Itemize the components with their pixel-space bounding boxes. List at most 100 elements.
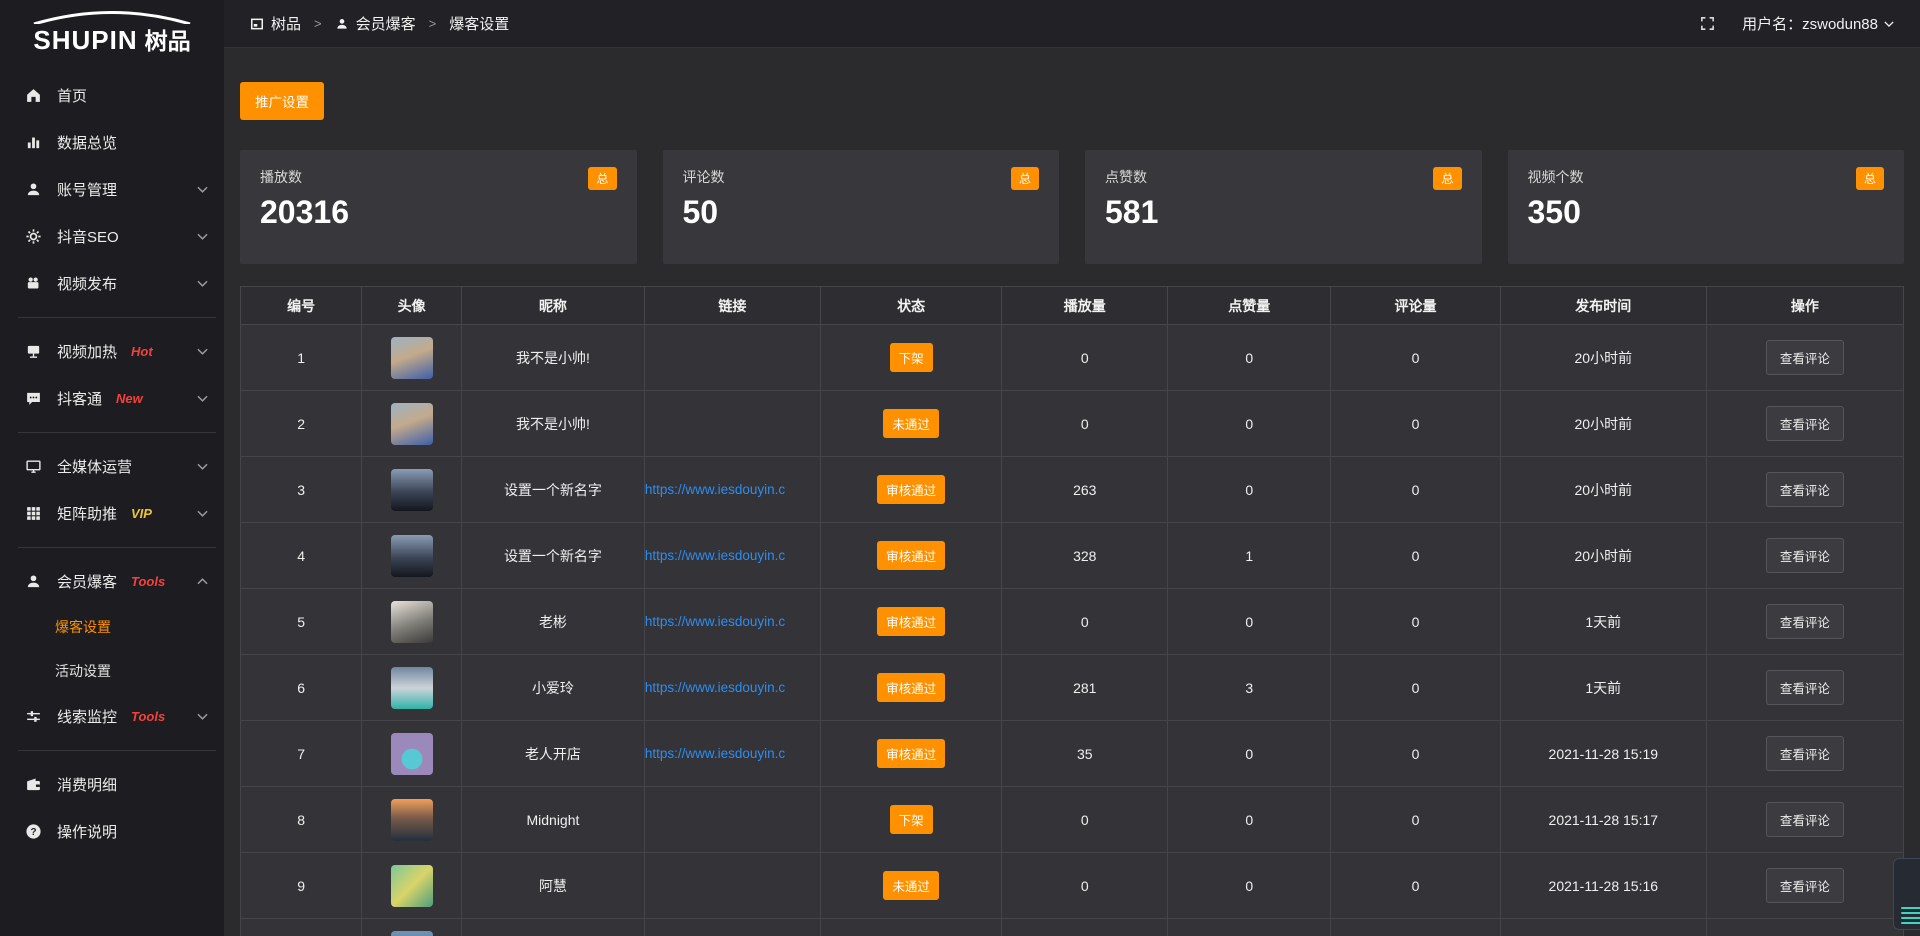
view-comments-button[interactable]: 查看评论 [1766,340,1844,375]
table-row: 5 老彬 https://www.iesdouyin.c 审核通过 0 0 0 … [241,589,1903,655]
breadcrumb-item-shupin[interactable]: 树品 [250,13,301,34]
status-badge: 审核通过 [877,607,945,636]
breadcrumb-item-baoke-settings[interactable]: 爆客设置 [449,13,509,34]
column-header-avatar: 头像 [362,287,462,325]
view-comments-button[interactable]: 查看评论 [1766,868,1844,903]
breadcrumb: 树品 > 会员爆客 > 爆客设置 [250,13,509,34]
topbar: 树品 > 会员爆客 > 爆客设置 用户名：zswodun88 [224,0,1920,48]
likes-count: 0 [1168,853,1331,919]
table-row: 7 老人开店 https://www.iesdouyin.c 审核通过 35 0… [241,721,1903,787]
comments-count: 0 [1331,523,1501,589]
chevron-down-icon [197,186,208,193]
sidebar-item-douyin-seo[interactable]: 抖音SEO [0,213,224,260]
avatar [391,403,433,445]
sidebar-item-home[interactable]: 首页 [0,72,224,119]
sidebar: SHUPIN 树品 首页 数据总览 账号管理 抖音SEO [0,0,224,936]
brand-logo: SHUPIN 树品 [0,0,224,58]
status-badge: 审核通过 [877,673,945,702]
stat-value: 350 [1528,194,1885,231]
promo-settings-button[interactable]: 推广设置 [240,82,324,120]
view-comments-button[interactable]: 查看评论 [1766,670,1844,705]
view-comments-button[interactable]: 查看评论 [1766,736,1844,771]
sidebar-item-consumption-detail[interactable]: 消费明细 [0,761,224,808]
plays-count: 328 [1002,523,1168,589]
column-header-nickname: 昵称 [462,287,645,325]
user-icon [335,17,349,31]
table-body: 1 我不是小帅! 下架 0 0 0 20小时前 查看评论 2 我不是小帅! 未通… [241,325,1903,936]
likes-count: 0 [1168,457,1331,523]
video-camera-icon [24,275,42,293]
avatar [391,337,433,379]
table-row: 9 阿慧 未通过 0 0 0 2021-11-28 15:16 查看评论 [241,853,1903,919]
app-square-icon [250,17,264,31]
publish-time: 20小时前 [1501,523,1707,589]
svg-text:?: ? [30,827,36,838]
stat-value: 50 [683,194,1040,231]
grid-icon [24,505,42,523]
video-link[interactable]: https://www.iesdouyin.c [645,746,785,761]
sidebar-item-data-overview[interactable]: 数据总览 [0,119,224,166]
sidebar-item-douketong[interactable]: 抖客通 New [0,375,224,422]
plays-count: 0 [1002,853,1168,919]
breadcrumb-item-member-baoke[interactable]: 会员爆客 [335,13,416,34]
sidebar-subitem-activity-settings[interactable]: 活动设置 [0,649,224,693]
video-link[interactable]: https://www.iesdouyin.c [645,482,785,497]
plays-count: 35 [1002,721,1168,787]
main-content: 推广设置 播放数 总 20316 评论数 总 50 点赞数 总 581 视频 [224,48,1920,936]
chevron-down-icon [197,713,208,720]
user-menu[interactable]: 用户名：zswodun88 [1742,13,1894,34]
sidebar-item-all-media[interactable]: 全媒体运营 [0,443,224,490]
publish-time: 20小时前 [1501,457,1707,523]
sidebar-item-video-publish[interactable]: 视频发布 [0,260,224,307]
stat-value: 20316 [260,194,617,231]
likes-count: 0 [1168,787,1331,853]
stat-label: 视频个数 [1528,167,1584,187]
view-comments-button[interactable]: 查看评论 [1766,604,1844,639]
sliders-icon [24,708,42,726]
username-label: 用户名：zswodun88 [1742,13,1878,34]
row-id: 7 [241,721,362,787]
sidebar-item-instructions[interactable]: ? 操作说明 [0,808,224,855]
video-link[interactable]: https://www.iesdouyin.c [645,614,785,629]
plays-count: 0 [1002,787,1168,853]
column-header-comments: 评论量 [1331,287,1501,325]
stat-card-plays: 播放数 总 20316 [240,150,637,264]
comments-count: 0 [1331,787,1501,853]
view-comments-button[interactable]: 查看评论 [1766,472,1844,507]
video-link[interactable]: https://www.iesdouyin.c [645,548,785,563]
sidebar-item-matrix-boost[interactable]: 矩阵助推 VIP [0,490,224,537]
sidebar-item-clue-monitor[interactable]: 线索监控 Tools [0,693,224,740]
caret-down-icon [1884,21,1894,27]
chat-widget[interactable] [1893,858,1920,930]
fullscreen-icon[interactable] [1699,15,1716,32]
column-header-id: 编号 [241,287,362,325]
sidebar-subitem-baoke-settings[interactable]: 爆客设置 [0,605,224,649]
view-comments-button[interactable]: 查看评论 [1766,802,1844,837]
column-header-link: 链接 [645,287,821,325]
view-comments-button[interactable]: 查看评论 [1766,406,1844,441]
menu-divider [18,750,216,751]
brand-name-cn: 树品 [145,22,191,56]
menu-divider [18,432,216,433]
stat-card-videos: 视频个数 总 350 [1508,150,1905,264]
total-badge: 总 [1011,167,1039,190]
view-comments-button[interactable]: 查看评论 [1766,538,1844,573]
stat-label: 点赞数 [1105,167,1147,187]
user-icon [24,573,42,591]
likes-count: 1 [1168,523,1331,589]
tools-badge: Tools [131,574,165,589]
table-row: 4 设置一个新名字 https://www.iesdouyin.c 审核通过 3… [241,523,1903,589]
table-row: 2 我不是小帅! 未通过 0 0 0 20小时前 查看评论 [241,391,1903,457]
status-badge: 审核通过 [877,541,945,570]
row-id: 1 [241,325,362,391]
publish-time: 2021-11-28 15:17 [1501,787,1707,853]
comments-count: 0 [1331,589,1501,655]
breadcrumb-separator: > [314,16,322,31]
stat-card-likes: 点赞数 总 581 [1085,150,1482,264]
sidebar-item-member-baoke[interactable]: 会员爆客 Tools [0,558,224,605]
status-badge: 审核通过 [877,475,945,504]
video-link[interactable]: https://www.iesdouyin.c [645,680,785,695]
sidebar-item-account[interactable]: 账号管理 [0,166,224,213]
status-badge: 审核通过 [877,739,945,768]
sidebar-item-video-heat[interactable]: 视频加热 Hot [0,328,224,375]
